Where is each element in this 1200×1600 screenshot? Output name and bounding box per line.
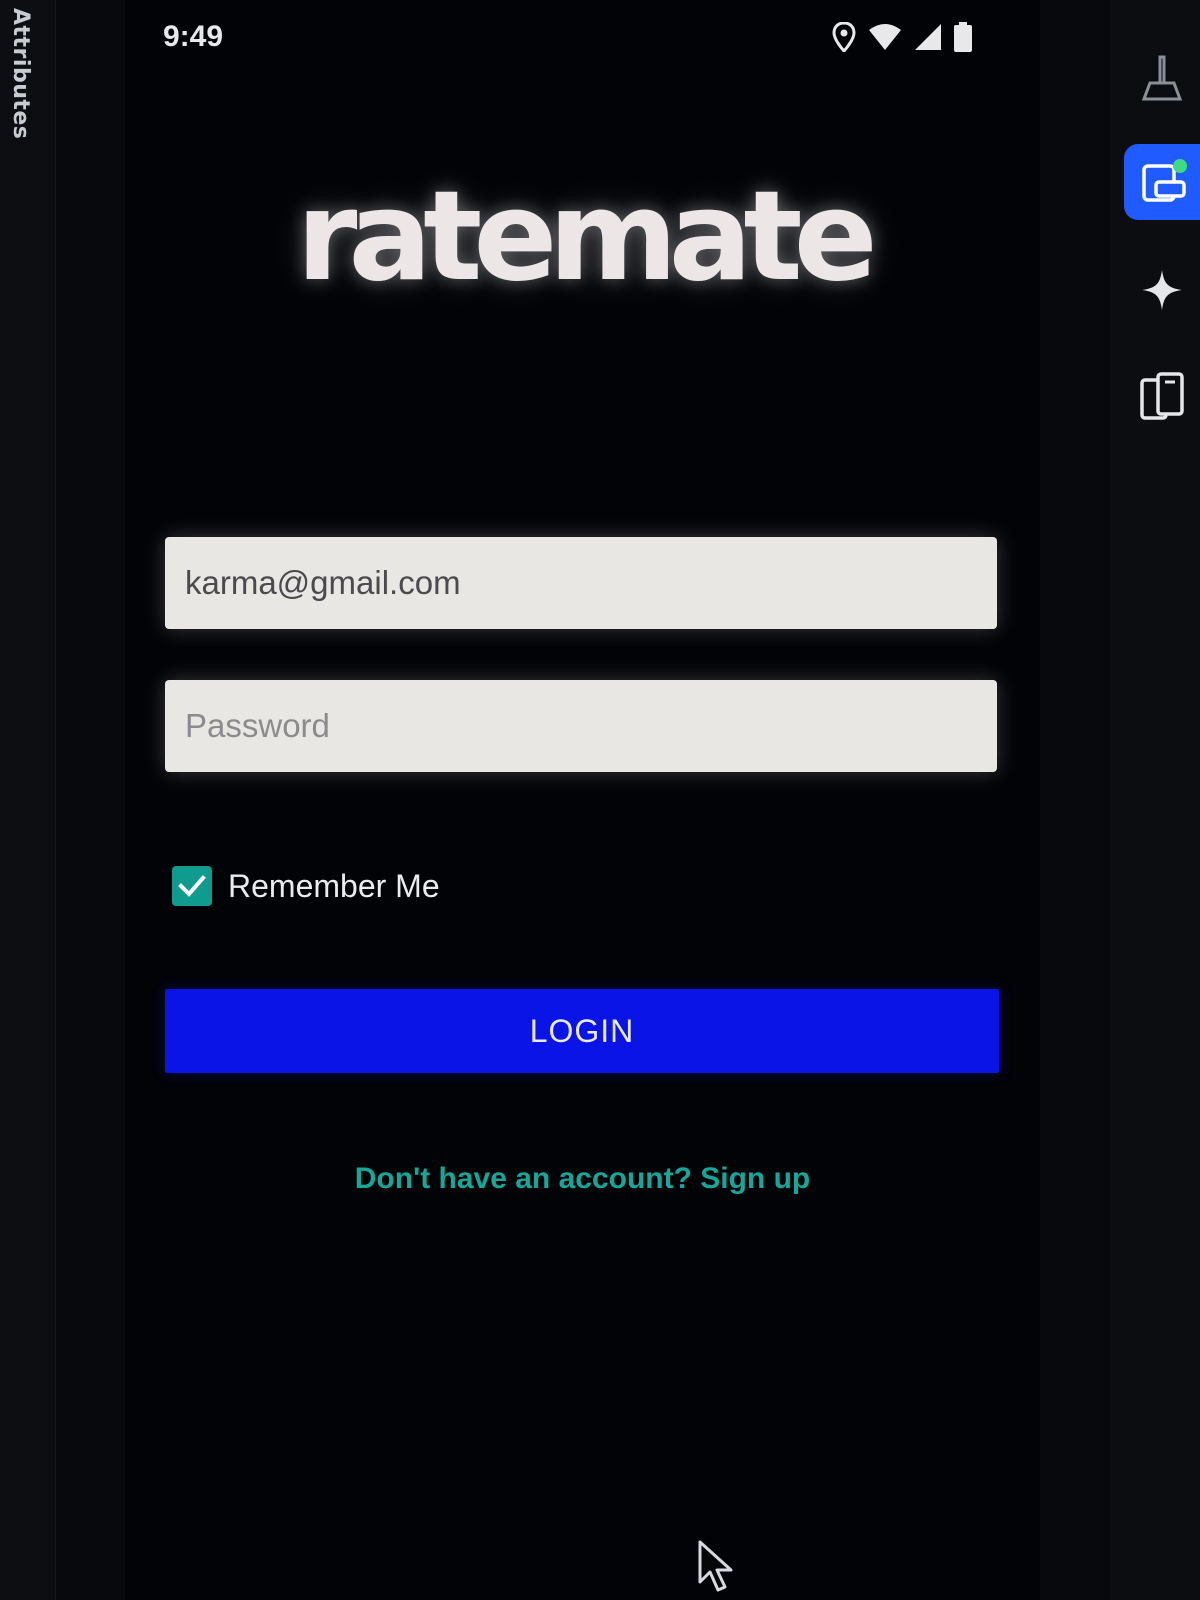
password-placeholder: Password	[185, 707, 330, 744]
location-icon	[832, 22, 856, 52]
remember-me-checkbox[interactable]	[172, 866, 212, 906]
emulator-screen: 9:49 ratemate karma@gmail.com Password R…	[125, 0, 1040, 1600]
attributes-tab-label[interactable]: Attributes	[8, 8, 33, 139]
remember-me-label: Remember Me	[228, 867, 440, 904]
status-time: 9:49	[163, 20, 224, 53]
wifi-icon	[868, 23, 902, 51]
brush-icon[interactable]	[1124, 40, 1200, 116]
remember-me-row[interactable]: Remember Me	[172, 866, 440, 906]
login-button[interactable]: LOGIN	[165, 989, 999, 1073]
status-icons	[832, 22, 972, 52]
signal-icon	[914, 23, 942, 51]
checkmark-icon	[178, 875, 206, 897]
device-mirror-icon[interactable]	[1124, 358, 1200, 434]
attributes-panel-strip[interactable]: Attributes	[0, 0, 56, 1600]
screen: Attributes 9:49 ratemate karma@gmail.com…	[0, 0, 1200, 1600]
battery-icon	[954, 22, 972, 52]
mouse-pointer-icon	[698, 1540, 734, 1599]
signup-link[interactable]: Don't have an account? Sign up	[125, 1162, 1040, 1196]
gemini-sparkle-icon[interactable]	[1124, 252, 1200, 328]
password-field[interactable]: Password	[165, 680, 997, 772]
device-manager-icon[interactable]	[1124, 144, 1200, 220]
app-logo: ratemate	[296, 165, 877, 309]
email-field[interactable]: karma@gmail.com	[165, 537, 997, 629]
email-value: karma@gmail.com	[185, 564, 461, 601]
ide-right-toolbar	[1110, 0, 1200, 1600]
